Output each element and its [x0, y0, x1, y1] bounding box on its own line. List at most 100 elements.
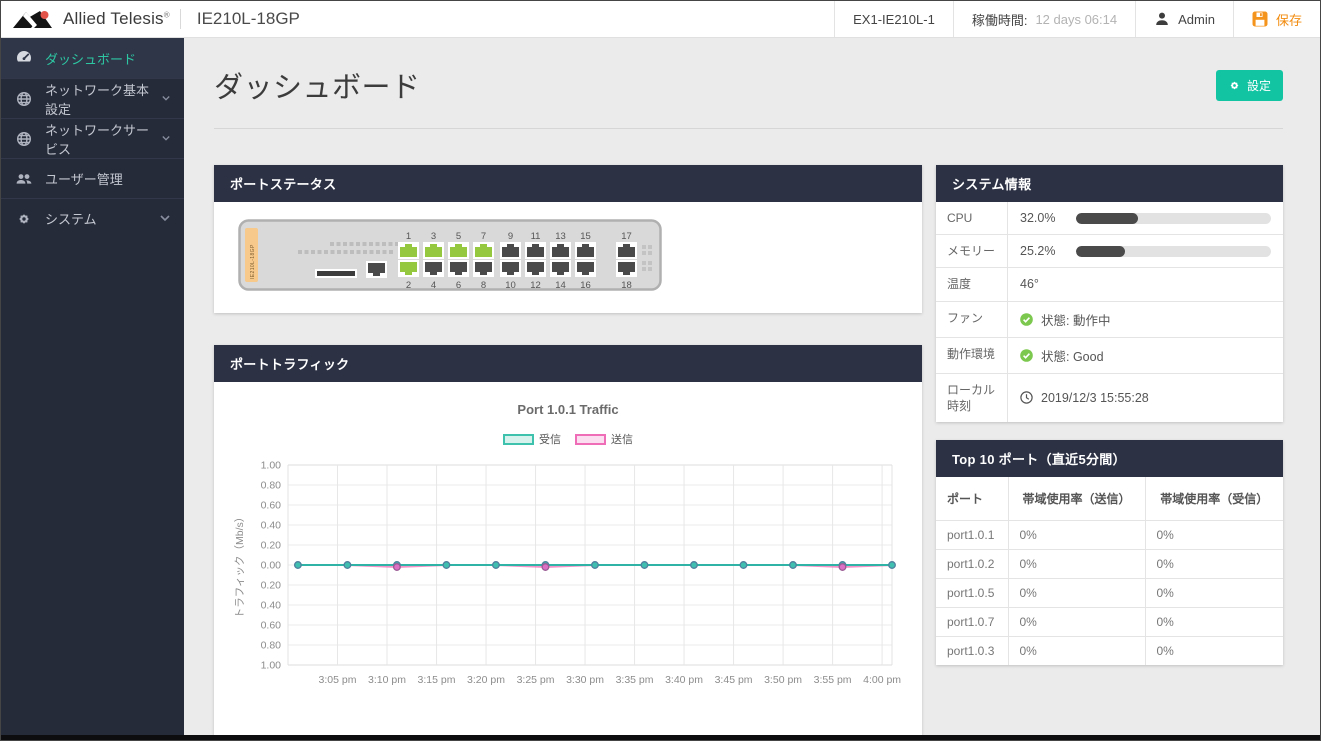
system-info-label: 温度	[936, 268, 1008, 300]
system-info-value: 32.0%	[1008, 202, 1283, 234]
top10-ports-panel: Top 10 ポート（直近5分間） ポート 帯域使用率（送信） 帯域使用率（受信…	[936, 440, 1283, 665]
table-cell: 0%	[1145, 549, 1283, 578]
port-traffic-panel: ポートトラフィック Port 1.0.1 Traffic 受信 送信 1.00	[214, 345, 922, 735]
save-label: 保存	[1276, 10, 1302, 29]
sidebar-item-label: ダッシュボード	[45, 49, 136, 68]
chevron-down-icon	[162, 135, 170, 142]
system-info-row: ローカル時刻2019/12/3 15:55:28	[936, 374, 1283, 422]
svg-text:1: 1	[406, 231, 411, 242]
svg-text:0.80: 0.80	[261, 480, 282, 492]
table-cell: 0%	[1145, 607, 1283, 636]
legend-label: 送信	[611, 431, 633, 447]
sidebar-item-system[interactable]: システム	[1, 198, 184, 238]
svg-text:7: 7	[481, 231, 486, 242]
users-icon	[16, 171, 32, 187]
check-circle-icon	[1020, 313, 1033, 326]
uptime-label: 稼働時間:	[972, 10, 1028, 29]
top10-panel-title: Top 10 ポート（直近5分間）	[936, 440, 1283, 477]
device-model-title: IE210L-18GP	[181, 1, 316, 37]
save-floppy-icon	[1252, 11, 1268, 27]
svg-text:0.80: 0.80	[261, 640, 282, 652]
svg-text:3:30 pm: 3:30 pm	[566, 674, 604, 686]
brand-area: Allied Telesis®	[1, 1, 180, 37]
svg-text:18: 18	[621, 280, 632, 291]
allied-telesis-logo	[13, 9, 55, 30]
receive-swatch	[503, 434, 534, 445]
registered-mark: ®	[164, 10, 170, 19]
gear-icon	[1228, 79, 1241, 92]
window-bottom-edge	[1, 735, 1320, 740]
device-name: EX1-IE210L-1	[834, 1, 953, 37]
svg-text:3:55 pm: 3:55 pm	[814, 674, 852, 686]
svg-text:0.00: 0.00	[261, 560, 282, 572]
legend-label: 受信	[539, 431, 561, 447]
svg-text:IE210L-18GP: IE210L-18GP	[250, 244, 256, 279]
sidebar-item-network-services[interactable]: ネットワークサービス	[1, 118, 184, 158]
table-cell: 0%	[1145, 578, 1283, 607]
system-info-label: ローカル時刻	[936, 374, 1008, 422]
check-circle-icon	[1020, 349, 1033, 362]
table-cell: 0%	[1145, 636, 1283, 665]
table-cell: port1.0.3	[936, 636, 1008, 665]
system-info-label: メモリー	[936, 235, 1008, 267]
system-info-panel: システム情報 CPU32.0%メモリー25.2%温度46°ファン状態: 動作中動…	[936, 165, 1283, 422]
svg-text:4:00 pm: 4:00 pm	[863, 674, 901, 686]
col-header-rx: 帯域使用率（受信）	[1145, 477, 1283, 521]
svg-text:0.40: 0.40	[261, 600, 282, 612]
sidebar-item-label: ネットワークサービス	[45, 120, 149, 158]
traffic-chart: 1.000.800.600.400.200.000.200.400.600.80…	[230, 453, 906, 699]
uptime: 稼働時間: 12 days 06:14	[953, 1, 1135, 37]
svg-text:3:40 pm: 3:40 pm	[665, 674, 703, 686]
admin-label: Admin	[1178, 12, 1215, 27]
chart-legend: 受信 送信	[230, 431, 906, 447]
table-row: port1.0.50%0%	[936, 578, 1283, 607]
system-info-value: 2019/12/3 15:55:28	[1008, 374, 1283, 422]
svg-text:16: 16	[580, 280, 591, 291]
table-row: port1.0.30%0%	[936, 636, 1283, 665]
progress-bar	[1076, 213, 1271, 224]
system-info-table: CPU32.0%メモリー25.2%温度46°ファン状態: 動作中動作環境状態: …	[936, 202, 1283, 422]
switch-front-panel-diagram[interactable]: IE210L-18GP123456789101112131415161718	[238, 219, 922, 291]
svg-text:9: 9	[508, 231, 513, 242]
svg-text:4: 4	[431, 280, 436, 291]
svg-text:3: 3	[431, 231, 436, 242]
sidebar-item-network-basic[interactable]: ネットワーク基本設定	[1, 78, 184, 118]
svg-text:8: 8	[481, 280, 486, 291]
progress-bar	[1076, 246, 1271, 257]
svg-text:3:25 pm: 3:25 pm	[517, 674, 555, 686]
svg-text:0.20: 0.20	[261, 540, 282, 552]
user-icon	[1154, 11, 1170, 27]
sidebar-item-label: ネットワーク基本設定	[45, 80, 149, 118]
main-content: ダッシュボード 設定 ポートステータス IE210L-18GP123456789…	[184, 38, 1320, 735]
table-row: port1.0.70%0%	[936, 607, 1283, 636]
system-info-row: ファン状態: 動作中	[936, 302, 1283, 338]
system-info-row: メモリー25.2%	[936, 235, 1283, 268]
svg-text:13: 13	[555, 231, 566, 242]
system-info-label: CPU	[936, 202, 1008, 234]
svg-text:3:05 pm: 3:05 pm	[319, 674, 357, 686]
chart-title: Port 1.0.1 Traffic	[230, 402, 906, 417]
admin-menu[interactable]: Admin	[1135, 1, 1233, 37]
svg-text:11: 11	[531, 231, 541, 242]
legend-item-send: 送信	[575, 431, 633, 447]
svg-text:トラフィック（Mb/s）: トラフィック（Mb/s）	[234, 512, 246, 619]
table-cell: 0%	[1008, 578, 1145, 607]
sidebar-item-label: システム	[45, 209, 97, 228]
table-cell: port1.0.1	[936, 520, 1008, 549]
svg-text:3:15 pm: 3:15 pm	[418, 674, 456, 686]
svg-text:1.00: 1.00	[261, 460, 282, 472]
system-info-row: CPU32.0%	[936, 202, 1283, 235]
save-button[interactable]: 保存	[1233, 1, 1320, 37]
chevron-down-icon	[162, 95, 170, 102]
send-swatch	[575, 434, 606, 445]
settings-button[interactable]: 設定	[1216, 70, 1283, 101]
svg-text:0.40: 0.40	[261, 520, 282, 532]
table-cell: port1.0.2	[936, 549, 1008, 578]
svg-text:17: 17	[621, 231, 632, 242]
svg-text:3:35 pm: 3:35 pm	[616, 674, 654, 686]
table-cell: 0%	[1008, 636, 1145, 665]
sidebar-item-dashboard[interactable]: ダッシュボード	[1, 38, 184, 78]
system-info-value: 25.2%	[1008, 235, 1283, 267]
sidebar-item-user-management[interactable]: ユーザー管理	[1, 158, 184, 198]
top-bar: Allied Telesis® IE210L-18GP EX1-IE210L-1…	[1, 1, 1320, 38]
